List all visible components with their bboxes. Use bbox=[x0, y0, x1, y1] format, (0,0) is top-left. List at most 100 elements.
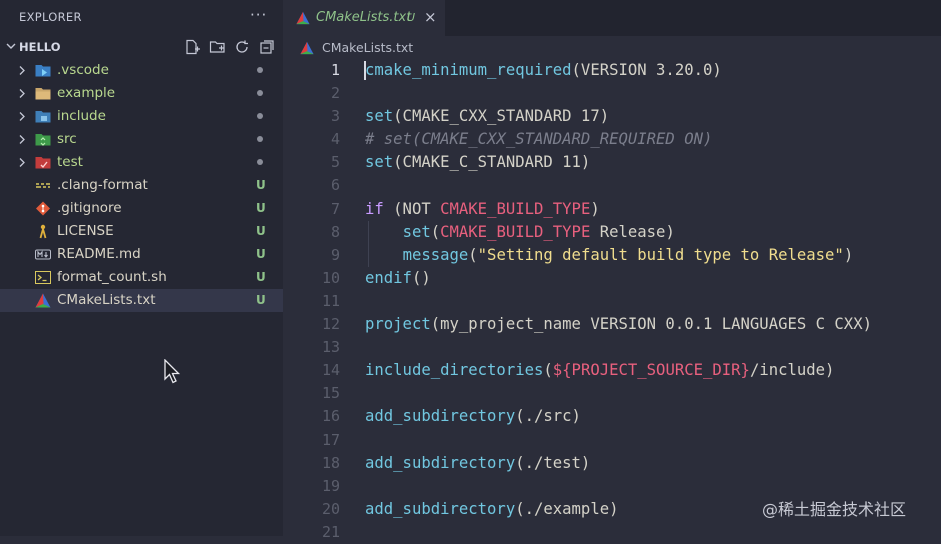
code-line: endif() bbox=[365, 267, 941, 290]
tree-item-label: .clang-format bbox=[57, 177, 148, 193]
code-line: if (NOT CMAKE_BUILD_TYPE) bbox=[365, 198, 941, 221]
cmake-icon bbox=[300, 41, 314, 55]
code-token: (my_project_name VERSION 0.0.1 LANGUAGES… bbox=[430, 315, 872, 334]
line-number: 11 bbox=[321, 291, 340, 310]
line-number: 12 bbox=[321, 315, 340, 334]
tab-cmakelists[interactable]: CMakeLists.txt U × bbox=[283, 0, 445, 36]
tree-item-include[interactable]: include bbox=[0, 105, 283, 128]
line-number: 20 bbox=[321, 499, 340, 518]
code-variable: CMAKE_BUILD_TYPE bbox=[440, 222, 591, 241]
tree-item-license[interactable]: LICENSE U bbox=[0, 220, 283, 243]
code-token: endif bbox=[365, 268, 412, 287]
tree-item-label: format_count.sh bbox=[57, 269, 167, 285]
new-folder-icon[interactable] bbox=[209, 39, 226, 55]
code-token: ( bbox=[430, 222, 441, 241]
code-token: set bbox=[402, 222, 431, 241]
code-token: include_directories bbox=[365, 361, 544, 380]
line-number: 6 bbox=[330, 176, 340, 195]
line-number: 14 bbox=[321, 361, 340, 380]
tree-item-format-count[interactable]: format_count.sh U bbox=[0, 266, 283, 289]
chevron-down-icon bbox=[6, 43, 16, 49]
modified-dot bbox=[257, 90, 263, 96]
code-line: set(CMAKE_C_STANDARD 11) bbox=[365, 151, 941, 174]
breadcrumb-file: CMakeLists.txt bbox=[322, 40, 414, 55]
tree-item-clang-format[interactable]: .clang-format U bbox=[0, 174, 283, 197]
code-line: cmake_minimum_required(VERSION 3.20.0) bbox=[365, 59, 941, 82]
workspace-section-header[interactable]: HELLO bbox=[0, 36, 283, 58]
code-token: ( bbox=[468, 245, 478, 264]
code-token: (./src) bbox=[515, 407, 581, 426]
line-number: 2 bbox=[330, 84, 340, 103]
tree-item-readme[interactable]: README.md U bbox=[0, 243, 283, 266]
tree-item-label: include bbox=[57, 108, 106, 124]
tree-item-label: .vscode bbox=[57, 62, 109, 78]
untracked-badge: U bbox=[256, 224, 266, 238]
modified-dot bbox=[257, 113, 263, 119]
code-line: project(my_project_name VERSION 0.0.1 LA… bbox=[365, 313, 941, 336]
modified-dot bbox=[257, 67, 263, 73]
code-token: Release) bbox=[590, 222, 675, 241]
code-token: (NOT bbox=[383, 199, 441, 218]
workspace-name: HELLO bbox=[19, 40, 61, 54]
close-icon[interactable]: × bbox=[424, 8, 437, 26]
code-token: (./example) bbox=[515, 499, 619, 518]
new-file-icon[interactable] bbox=[184, 39, 201, 55]
refresh-icon[interactable] bbox=[234, 39, 251, 55]
tree-item-src[interactable]: src bbox=[0, 128, 283, 151]
vscode-folder-icon bbox=[35, 65, 51, 77]
code-line: add_subdirectory(./src) bbox=[365, 405, 941, 428]
untracked-badge: U bbox=[256, 201, 266, 215]
tree-item-label: LICENSE bbox=[57, 223, 114, 239]
more-actions-icon[interactable]: ··· bbox=[250, 6, 267, 24]
code-token: set bbox=[365, 107, 394, 126]
line-number: 21 bbox=[321, 522, 340, 541]
untracked-badge: U bbox=[256, 178, 266, 192]
include-folder-icon bbox=[35, 111, 51, 123]
untracked-badge: U bbox=[256, 293, 266, 307]
code-token: ) bbox=[590, 199, 600, 218]
tab-label: CMakeLists.txt bbox=[316, 10, 412, 25]
code-line: set(CMAKE_BUILD_TYPE Release) bbox=[365, 221, 941, 244]
tree-item-cmakelists[interactable]: CMakeLists.txt U bbox=[0, 289, 283, 312]
code-string: "Setting default build type to Release" bbox=[477, 245, 844, 264]
src-folder-icon bbox=[35, 134, 51, 146]
shell-script-icon bbox=[35, 271, 51, 284]
tree-item-label: CMakeLists.txt bbox=[57, 292, 156, 308]
chevron-right-icon bbox=[19, 112, 25, 121]
line-number-gutter: 1 2 3 4 5 6 7 8 9 10 11 12 13 14 15 16 1… bbox=[300, 59, 340, 544]
tree-item-label: .gitignore bbox=[57, 200, 122, 216]
file-tree: .vscode example include src test .clang-… bbox=[0, 59, 283, 312]
tree-item-label: README.md bbox=[57, 246, 141, 262]
code-token: /include) bbox=[749, 361, 835, 380]
collapse-all-icon[interactable] bbox=[259, 39, 276, 55]
tree-item-example[interactable]: example bbox=[0, 82, 283, 105]
tree-item-test[interactable]: test bbox=[0, 151, 283, 174]
line-number: 13 bbox=[321, 338, 340, 357]
tree-item-gitignore[interactable]: .gitignore U bbox=[0, 197, 283, 220]
line-number: 10 bbox=[321, 268, 340, 287]
line-number: 5 bbox=[330, 153, 340, 172]
markdown-icon bbox=[35, 249, 51, 260]
editor-tab-bar: CMakeLists.txt U × bbox=[283, 0, 941, 36]
line-number: 4 bbox=[330, 130, 340, 149]
chevron-right-icon bbox=[19, 89, 25, 98]
line-number: 9 bbox=[330, 245, 340, 264]
code-editor[interactable]: cmake_minimum_required(VERSION 3.20.0) s… bbox=[365, 59, 941, 544]
tree-item-label: src bbox=[57, 131, 77, 147]
mouse-pointer-icon bbox=[164, 359, 181, 384]
line-number: 16 bbox=[321, 407, 340, 426]
code-variable: CMAKE_BUILD_TYPE bbox=[440, 199, 591, 218]
line-number: 17 bbox=[321, 430, 340, 449]
tree-item-vscode[interactable]: .vscode bbox=[0, 59, 283, 82]
code-token: ) bbox=[843, 245, 854, 264]
watermark: @稀土掘金技术社区 bbox=[762, 500, 907, 519]
code-token: add_subdirectory bbox=[365, 499, 516, 518]
line-number: 1 bbox=[330, 61, 340, 79]
chevron-right-icon bbox=[19, 135, 25, 144]
code-token: (./test) bbox=[515, 453, 591, 472]
